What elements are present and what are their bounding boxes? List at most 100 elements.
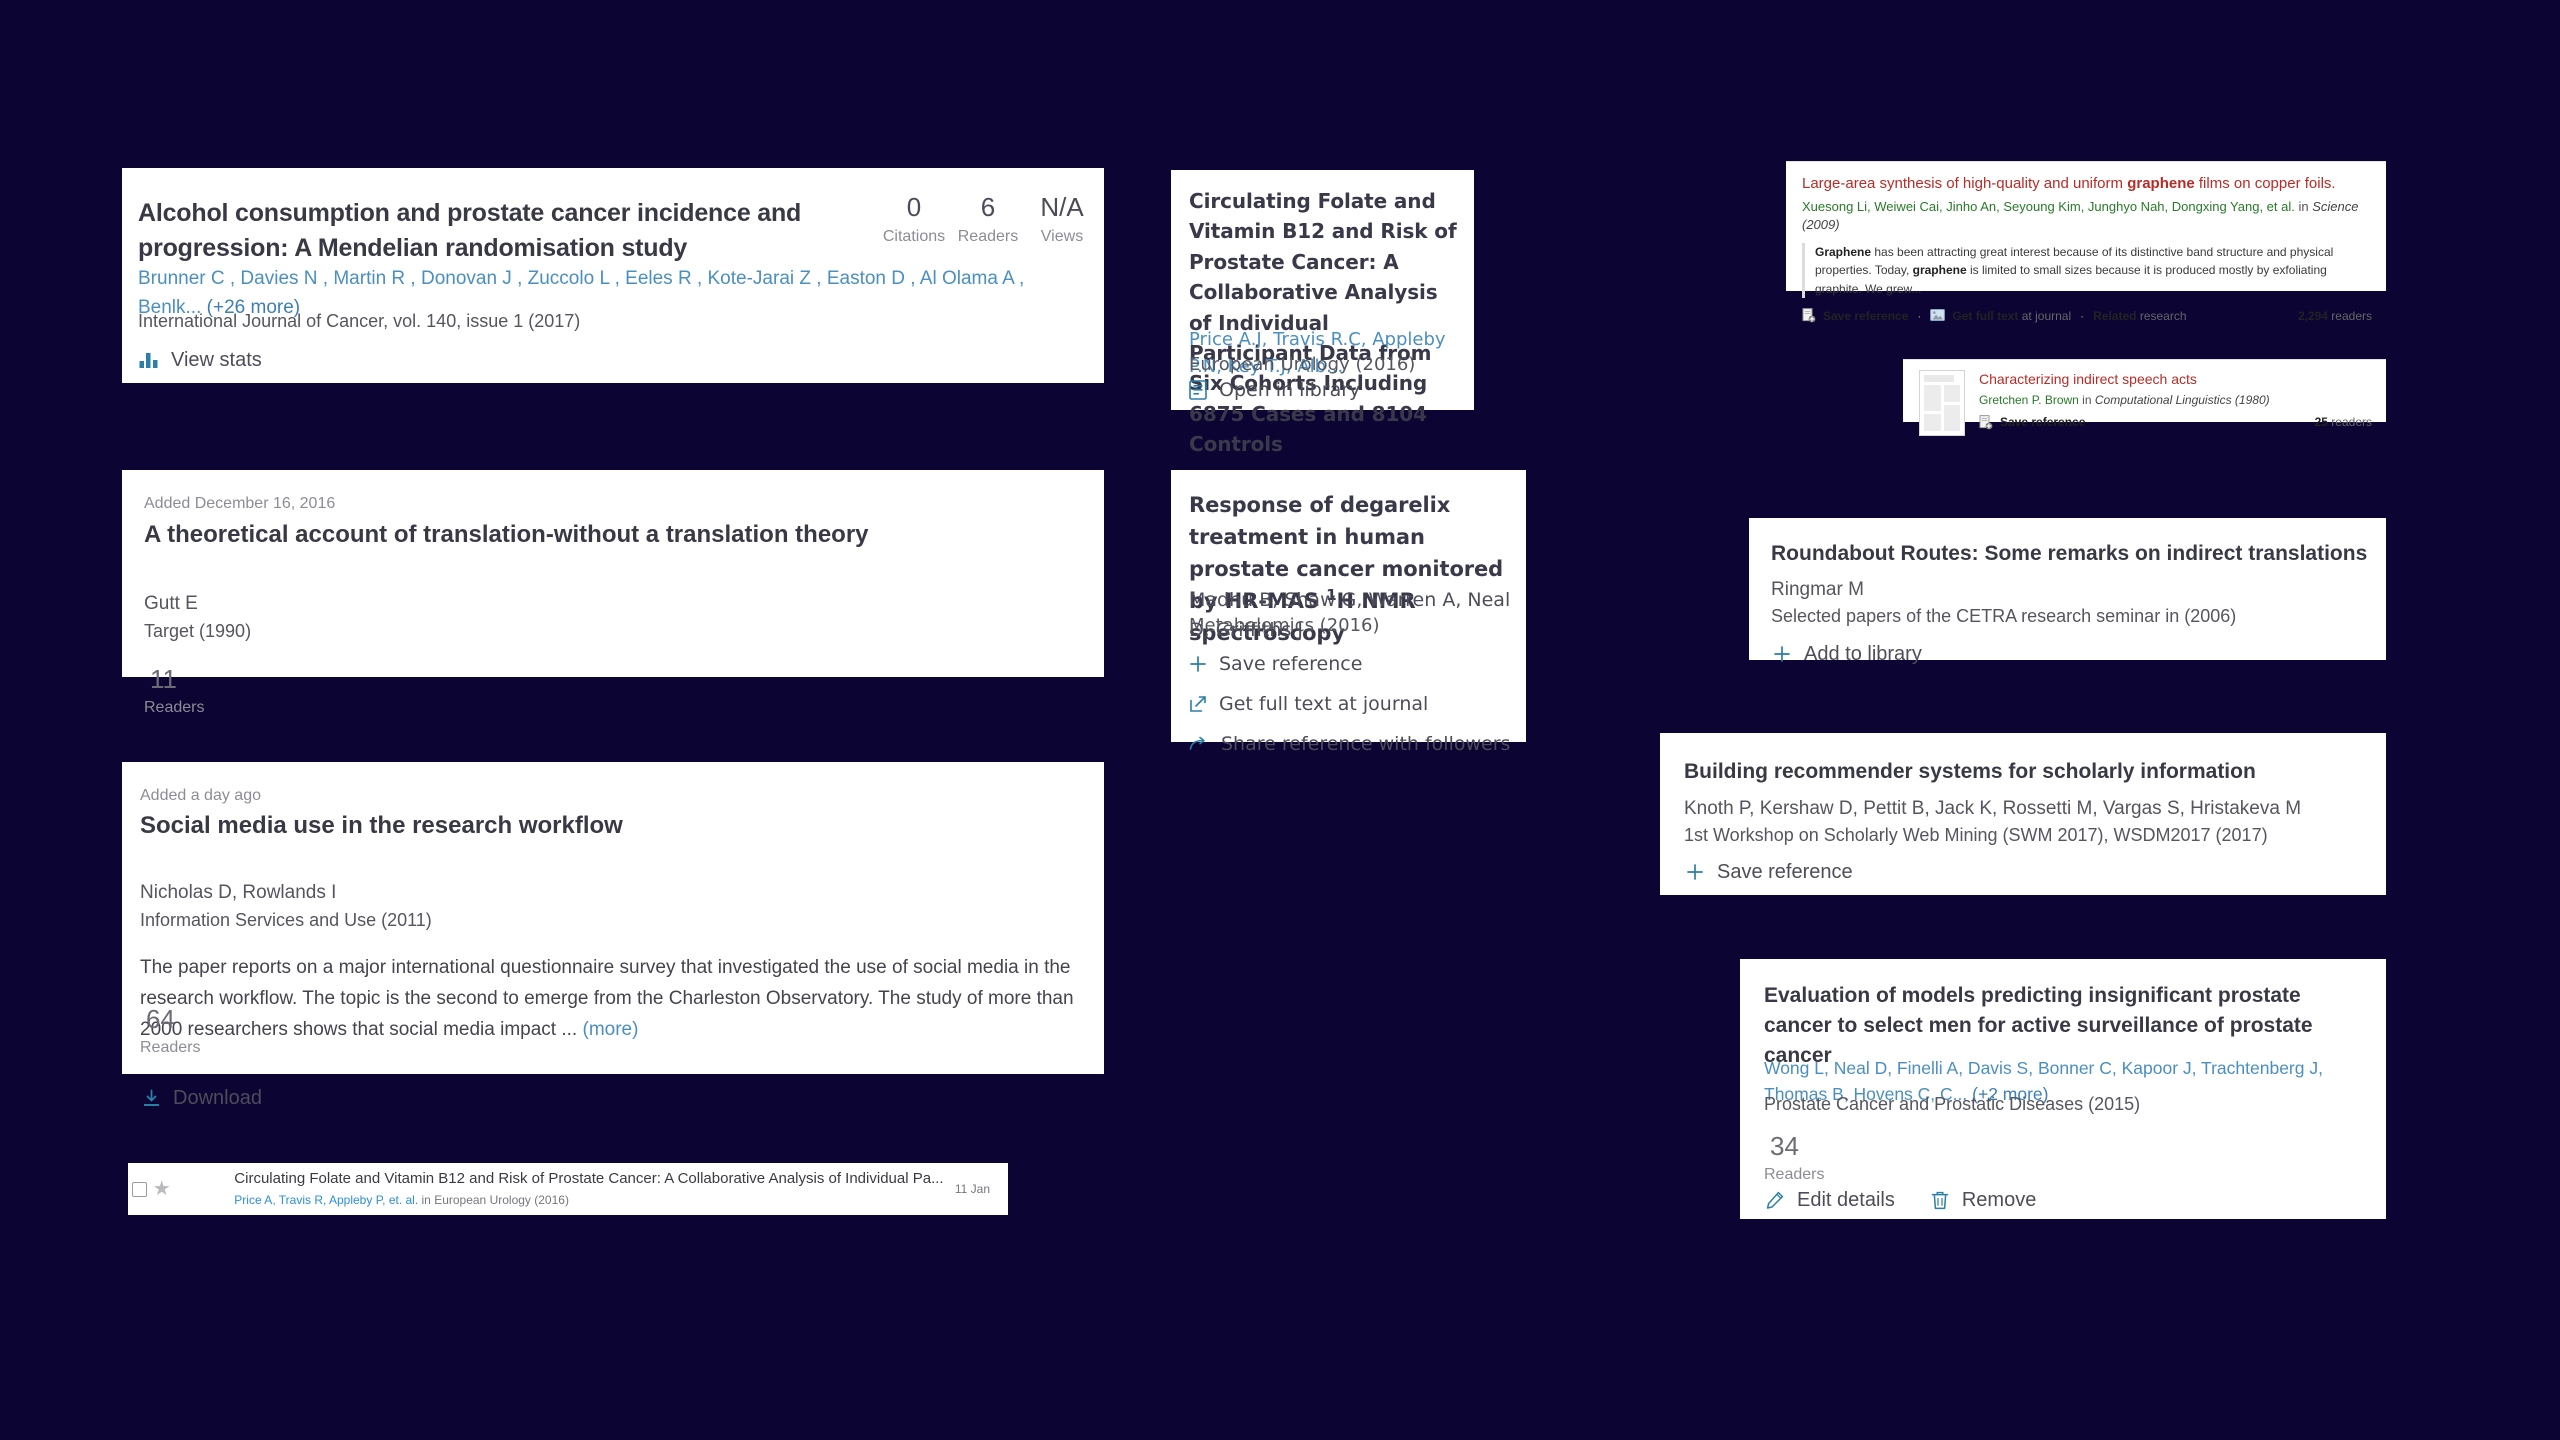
remove-button[interactable]: Remove — [1929, 1189, 2036, 1211]
readers-count: 11 — [150, 664, 177, 694]
card-actions: Save reference Get full text at journal … — [1189, 653, 1510, 755]
get-full-text-button[interactable]: Get full text at journal — [1952, 309, 2071, 323]
download-label[interactable]: Download — [173, 1088, 262, 1108]
abstract-text: The paper reports on a major internation… — [140, 953, 1080, 1045]
readers-label: readers — [2327, 415, 2372, 430]
get-full-text-label[interactable]: Get full text at journal — [1219, 693, 1428, 715]
card-roundabout-routes[interactable]: Roundabout Routes: Some remarks on indir… — [1749, 518, 2386, 664]
card-title[interactable]: Alcohol consumption and prostate cancer … — [138, 196, 838, 265]
stat-value: N/A — [1040, 192, 1084, 222]
open-in-library-button[interactable]: Open in library — [1189, 379, 1360, 401]
card-alcohol-consumption[interactable]: Alcohol consumption and prostate cancer … — [122, 168, 1104, 383]
pencil-icon — [1764, 1189, 1786, 1211]
open-in-library-label[interactable]: Open in library — [1219, 379, 1360, 401]
save-reference-button[interactable]: Save reference — [2000, 415, 2085, 429]
card-building-recommender-systems[interactable]: Building recommender systems for scholar… — [1660, 733, 2386, 895]
trash-icon — [1929, 1189, 1951, 1211]
readers-count: 25 — [2314, 415, 2328, 430]
search-result-meta: Gretchen P. Brown in Computational Lingu… — [1979, 392, 2372, 409]
publication-source: European Urology (2016) — [1189, 354, 1416, 375]
search-result-actions: Save reference · Get full text at journa… — [1802, 308, 2187, 323]
save-reference-button[interactable]: Save reference — [1823, 309, 1908, 323]
download-button[interactable]: Download — [140, 1087, 262, 1109]
search-result-actions: Save reference — [1979, 414, 2085, 430]
edit-details-button[interactable]: Edit details — [1764, 1189, 1895, 1211]
snippet-term-2: graphene — [1912, 263, 1967, 278]
edit-details-label[interactable]: Edit details — [1797, 1190, 1895, 1210]
stat-label: Citations — [882, 227, 946, 245]
download-icon — [140, 1087, 162, 1109]
stat-label: Views — [1040, 227, 1084, 245]
stat-readers: 6 Readers — [951, 193, 1025, 246]
card-title[interactable]: Social media use in the research workflo… — [140, 809, 623, 843]
journal-name: Computational Linguistics (1980) — [2094, 392, 2270, 407]
readers-label: Readers — [140, 1038, 201, 1056]
readers-count-block: 2,294 readers — [2298, 309, 2372, 323]
related-research-button[interactable]: Related research — [2093, 309, 2186, 323]
abstract-more-link[interactable]: (more) — [583, 1019, 639, 1040]
added-date: Added December 16, 2016 — [144, 495, 336, 512]
added-date: Added a day ago — [140, 787, 261, 804]
in-word: in — [2294, 199, 2313, 215]
save-reference-label[interactable]: Save reference — [1717, 862, 1853, 882]
readers-label: readers — [2327, 308, 2372, 323]
readers-label: Readers — [1764, 1165, 1825, 1183]
author-list: Gutt E — [144, 593, 198, 614]
save-reference-label[interactable]: Save reference — [1219, 653, 1362, 675]
search-result-title[interactable]: Characterizing indirect speech acts — [1979, 370, 2372, 389]
view-stats-label[interactable]: View stats — [171, 350, 262, 370]
list-row-title[interactable]: Circulating Folate and Vitamin B12 and R… — [234, 1169, 943, 1189]
get-full-text-label[interactable]: Get full text — [1952, 309, 2018, 323]
save-reference-button[interactable]: Save reference — [1684, 861, 1853, 883]
plus-icon — [1684, 861, 1706, 883]
card-title[interactable]: Circulating Folate and Vitamin B12 and R… — [1189, 186, 1457, 460]
document-icon — [1189, 380, 1207, 400]
card-title[interactable]: Roundabout Routes: Some remarks on indir… — [1771, 539, 2367, 569]
card-theoretical-translation[interactable]: Added December 16, 2016 A theoretical ac… — [122, 470, 1104, 716]
title-pre: Large-area synthesis of high-quality and… — [1802, 175, 2128, 192]
stat-views: N/A Views — [1025, 193, 1099, 246]
author-list: Knoth P, Kershaw D, Pettit B, Jack K, Ro… — [1684, 798, 2302, 819]
card-speech-acts-search-result[interactable]: Characterizing indirect speech acts Gret… — [1903, 359, 2386, 436]
card-circulating-folate[interactable]: Circulating Folate and Vitamin B12 and R… — [1171, 170, 1474, 456]
readers-label: Readers — [144, 698, 205, 716]
card-actions: Edit details Remove — [1764, 1189, 2036, 1211]
save-reference-button[interactable]: Save reference — [1189, 653, 1510, 675]
document-thumbnail-icon — [1919, 370, 1965, 436]
author-list: Nicholas D, Rowlands I — [140, 882, 337, 903]
get-full-text-sub: at journal — [2018, 308, 2072, 323]
card-graphene-search-result[interactable]: Large-area synthesis of high-quality and… — [1786, 161, 2386, 323]
action-separator-1: · — [1917, 308, 1922, 323]
publication-source: Prostate Cancer and Prostatic Diseases (… — [1764, 1094, 2141, 1114]
readers-count-block: 25 readers — [2315, 415, 2372, 429]
get-full-text-icon — [1930, 308, 1946, 323]
bar-chart-icon — [138, 349, 160, 371]
title-post: films on copper foils. — [2194, 175, 2336, 192]
card-title[interactable]: Building recommender systems for scholar… — [1684, 757, 2256, 787]
card-degarelix-response[interactable]: Response of degarelix treatment in human… — [1171, 470, 1526, 755]
add-to-library-label[interactable]: Add to library — [1804, 644, 1922, 664]
related-label[interactable]: Related — [2093, 309, 2136, 323]
add-to-library-button[interactable]: Add to library — [1771, 643, 1922, 665]
save-reference-label[interactable]: Save reference — [2000, 415, 2085, 429]
save-reference-label[interactable]: Save reference — [1823, 309, 1908, 323]
plus-icon — [1189, 655, 1207, 673]
share-reference-label[interactable]: Share reference with followers — [1221, 733, 1510, 755]
remove-label[interactable]: Remove — [1962, 1190, 2036, 1210]
card-title[interactable]: A theoretical account of translation-wit… — [144, 518, 1044, 552]
list-row-authors[interactable]: Price A, Travis R, Appleby P, et. al. — [234, 1193, 418, 1207]
author-list: Ringmar M — [1771, 579, 1864, 600]
view-stats-button[interactable]: View stats — [138, 349, 262, 371]
title-highlight: graphene — [2127, 175, 2195, 192]
list-row-circulating-folate[interactable]: ★ Circulating Folate and Vitamin B12 and… — [128, 1163, 1008, 1215]
readers-count: 2,294 — [2297, 308, 2328, 323]
get-full-text-button[interactable]: Get full text at journal — [1189, 693, 1510, 715]
checkbox-icon[interactable] — [132, 1181, 148, 1197]
star-icon[interactable]: ★ — [153, 1179, 171, 1199]
stat-value: 6 — [980, 192, 996, 222]
readers-count: 64 — [146, 1004, 175, 1034]
share-reference-button[interactable]: Share reference with followers — [1189, 733, 1510, 755]
card-social-media-use[interactable]: Added a day ago Social media use in the … — [122, 762, 1104, 1108]
search-result-title[interactable]: Large-area synthesis of high-quality and… — [1802, 174, 2372, 194]
card-evaluation-of-models[interactable]: Evaluation of models predicting insignif… — [1740, 959, 2386, 1219]
